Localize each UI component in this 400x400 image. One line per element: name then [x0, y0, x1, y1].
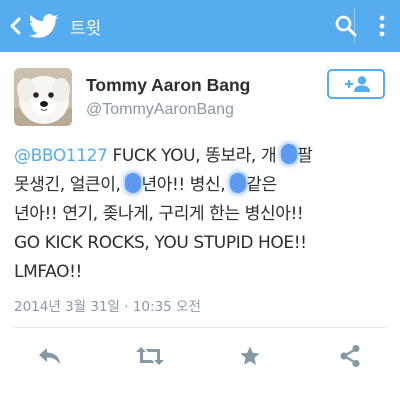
back-button[interactable]: [4, 0, 26, 52]
tweet-line-1: @BBO1127 FUCK YOU, 똥보라, 개 팔: [14, 142, 392, 171]
app-bar: 트윗: [0, 0, 400, 52]
page-title: 트윗: [70, 18, 102, 39]
dog-avatar-image: [14, 68, 72, 126]
overflow-menu-icon: [379, 15, 385, 37]
retweet-icon: [136, 347, 164, 365]
add-person-icon: [345, 76, 370, 92]
author-name[interactable]: Tommy Aaron Bang: [86, 75, 250, 96]
author-handle[interactable]: @TommyAaronBang: [86, 101, 234, 119]
follow-button[interactable]: [327, 69, 385, 99]
tweet-line-3: 년아!! 연기, 좆나게, 구리게 한는 병신아!!: [14, 204, 304, 224]
overflow-menu-button[interactable]: [368, 0, 396, 52]
tweet-text-segment: FUCK YOU, 똥보라, 개: [107, 146, 282, 166]
tweet-text-segment: 팔: [297, 146, 313, 166]
twitter-bird-icon: [29, 13, 59, 38]
redaction-mark: [125, 173, 142, 193]
tweet-line-4: GO KICK ROCKS, YOU STUPID HOE!!: [14, 233, 307, 253]
tweet-text-segment: 같은: [246, 175, 277, 195]
tweet-line-2: 못생긴, 얼큰이, 년아!! 병신, 같은: [14, 171, 392, 200]
search-button[interactable]: [324, 0, 368, 52]
avatar[interactable]: [14, 68, 72, 126]
back-arrow-icon: [10, 17, 21, 35]
redaction-mark: [281, 144, 298, 164]
divider: [14, 327, 386, 328]
tweet-text-segment: 못생긴, 얼큰이,: [14, 175, 126, 195]
tweet-text: @BBO1127 FUCK YOU, 똥보라, 개 팔 못생긴, 얼큰이, 년아…: [14, 142, 392, 287]
mention-link[interactable]: @BBO1127: [14, 146, 108, 166]
share-icon: [340, 344, 360, 368]
tweet-actions: [0, 334, 400, 382]
retweet-button[interactable]: [130, 334, 170, 378]
reply-icon: [39, 348, 60, 364]
twitter-logo: [26, 0, 62, 52]
search-icon: [335, 15, 357, 37]
favorite-star-icon: [240, 346, 260, 365]
tweet-text-segment: 년아!! 병신,: [141, 175, 231, 195]
redaction-mark: [230, 173, 247, 193]
favorite-button[interactable]: [230, 334, 270, 378]
share-button[interactable]: [330, 334, 370, 378]
reply-button[interactable]: [30, 334, 70, 378]
tweet-timestamp: 2014년 3월 31일 · 10:35 오전: [14, 299, 201, 315]
tweet-line-5: LMFAO!!: [14, 262, 82, 282]
